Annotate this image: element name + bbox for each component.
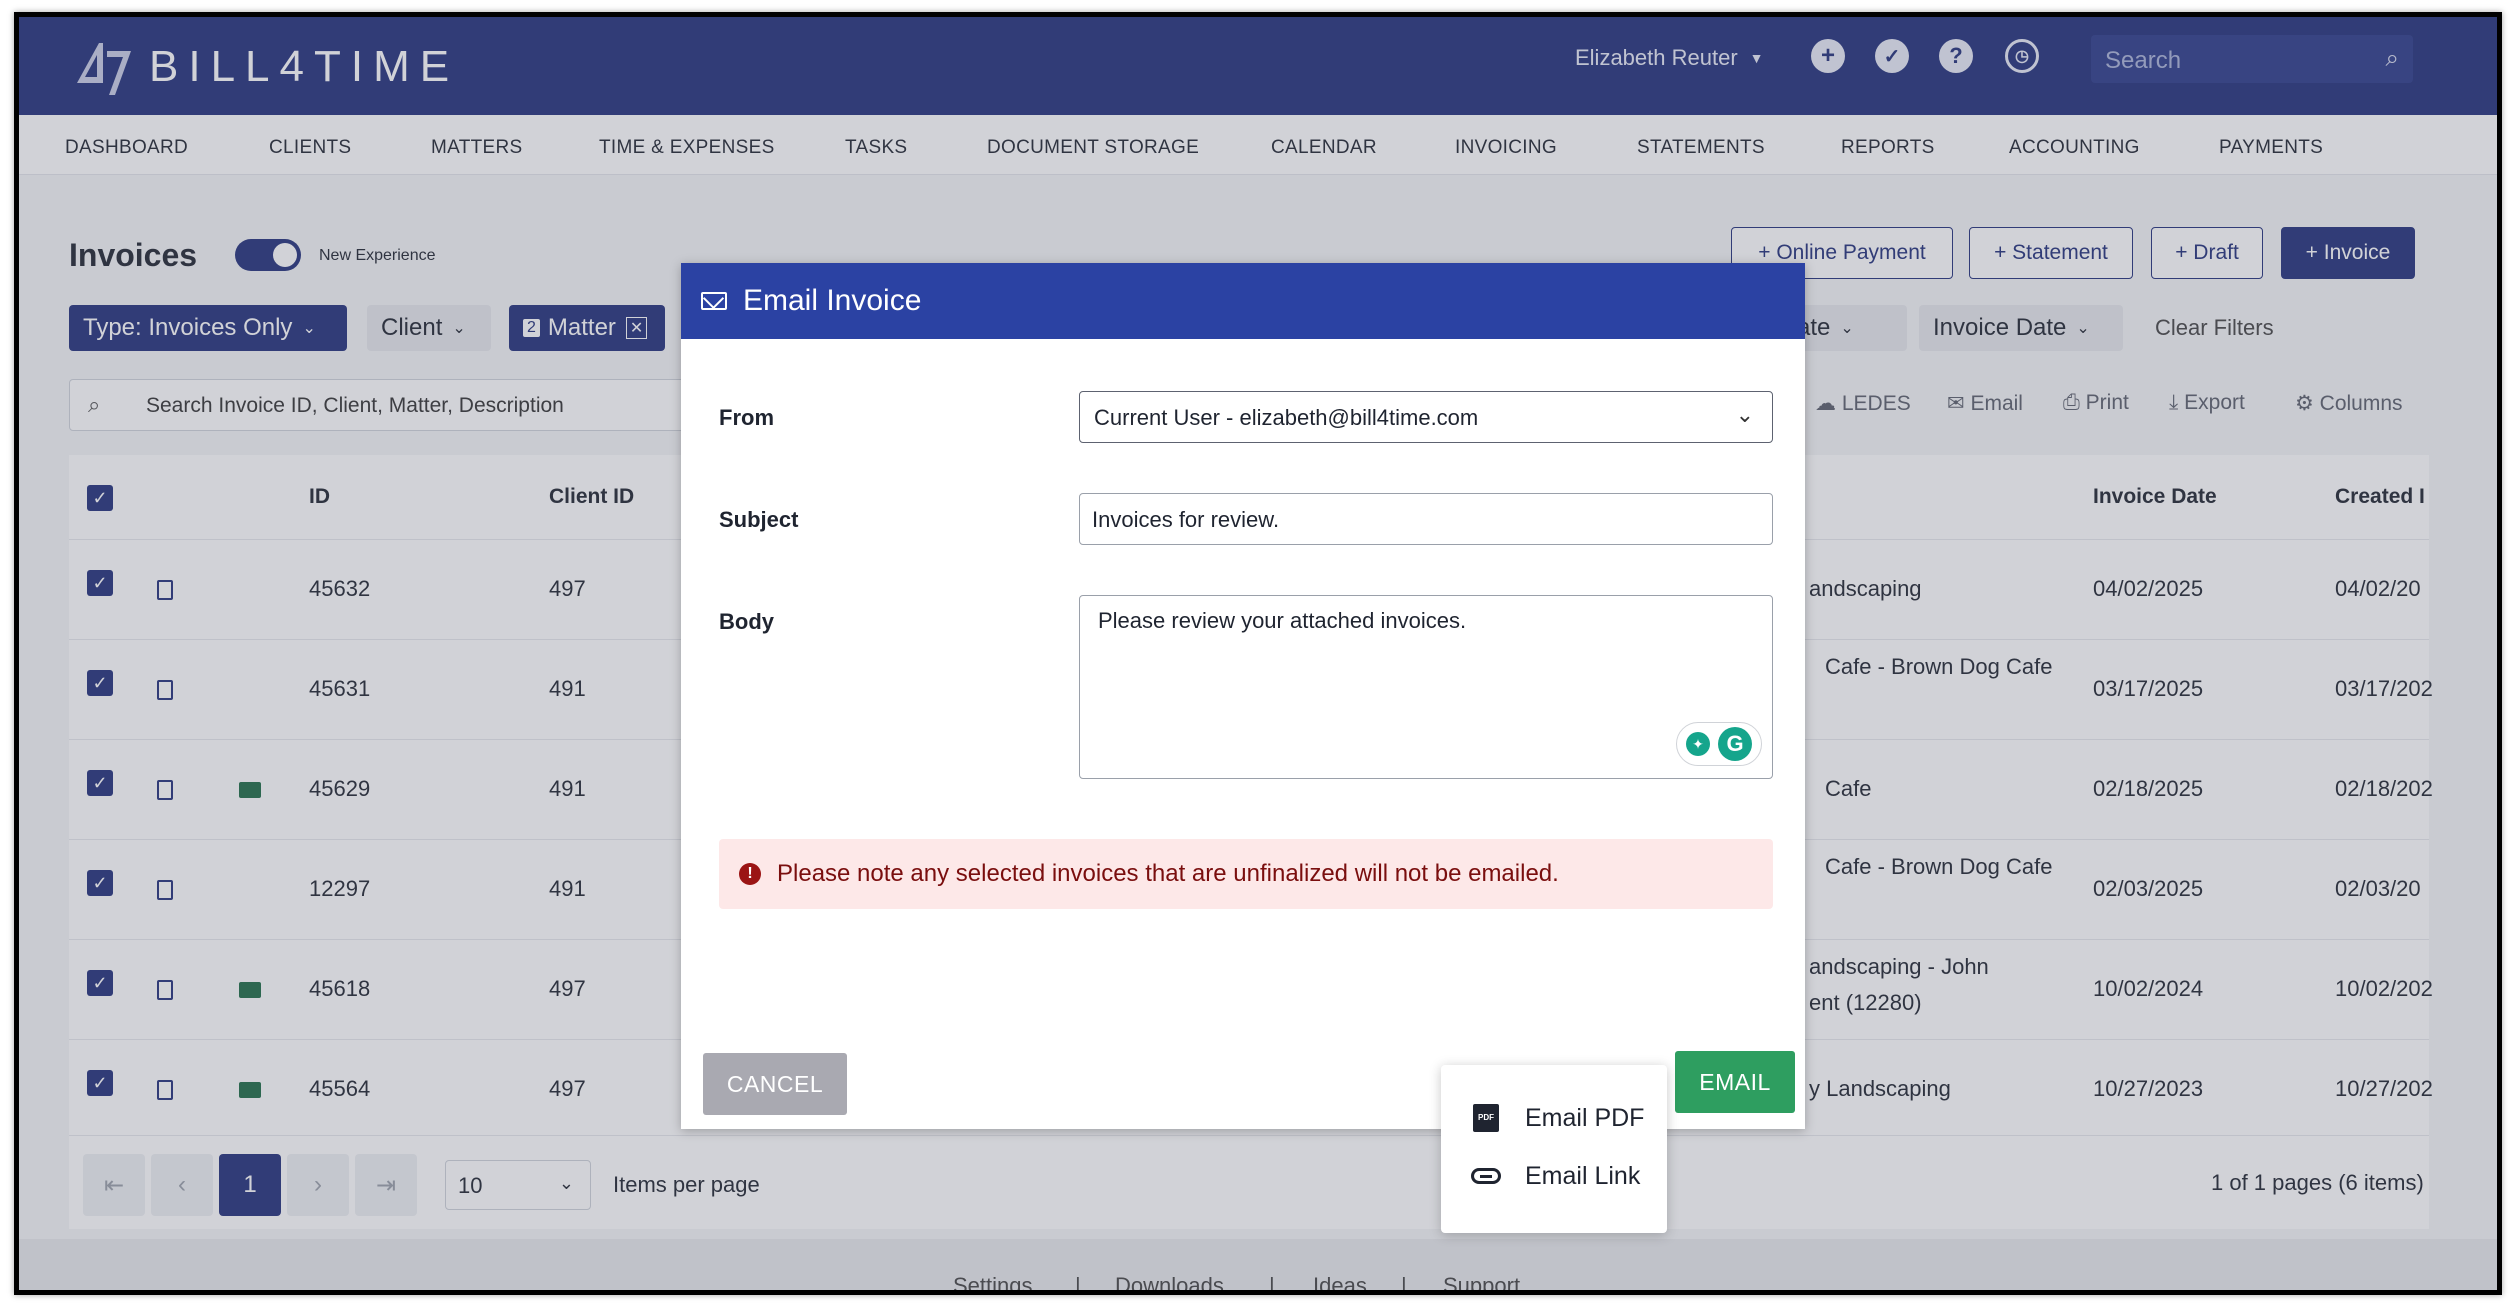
email-options-menu: PDF Email PDF Email Link [1441, 1065, 1667, 1233]
from-select[interactable]: Current User - elizabeth@bill4time.com ⌄ [1079, 391, 1773, 443]
modal-title: Email Invoice [743, 284, 922, 317]
subject-label: Subject [719, 507, 799, 532]
subject-input[interactable]: Invoices for review. [1079, 493, 1773, 545]
cancel-button[interactable]: CANCEL [703, 1053, 847, 1115]
email-button[interactable]: EMAIL [1675, 1051, 1795, 1113]
warning-text: Please note any selected invoices that a… [777, 860, 1559, 887]
email-invoice-modal: Email Invoice From Current User - elizab… [681, 263, 1805, 1129]
chevron-down-icon: ⌄ [1735, 402, 1754, 427]
error-icon: ! [739, 863, 761, 885]
email-link-label: Email Link [1525, 1161, 1641, 1190]
email-pdf-option[interactable]: PDF Email PDF [1471, 1103, 1644, 1133]
grammarly-icon[interactable]: G [1718, 727, 1752, 761]
link-icon [1471, 1161, 1501, 1191]
body-textarea[interactable]: Please review your attached invoices. ✦ … [1079, 595, 1773, 779]
email-link-option[interactable]: Email Link [1471, 1161, 1640, 1191]
from-label: From [719, 405, 774, 430]
from-value: Current User - elizabeth@bill4time.com [1094, 405, 1479, 430]
grammarly-widget[interactable]: ✦ G [1676, 722, 1762, 766]
envelope-icon [701, 292, 727, 310]
lightbulb-icon[interactable]: ✦ [1686, 732, 1710, 756]
body-text: Please review your attached invoices. [1098, 608, 1467, 633]
modal-header: Email Invoice [681, 263, 1805, 339]
pdf-icon: PDF [1471, 1103, 1501, 1133]
email-pdf-label: Email PDF [1525, 1103, 1645, 1132]
unfinalized-warning: ! Please note any selected invoices that… [719, 839, 1773, 909]
app-window: BILL4TIME Elizabeth Reuter ▼ + ✓ ? ◷ Sea… [14, 12, 2502, 1295]
body-label: Body [719, 609, 774, 634]
